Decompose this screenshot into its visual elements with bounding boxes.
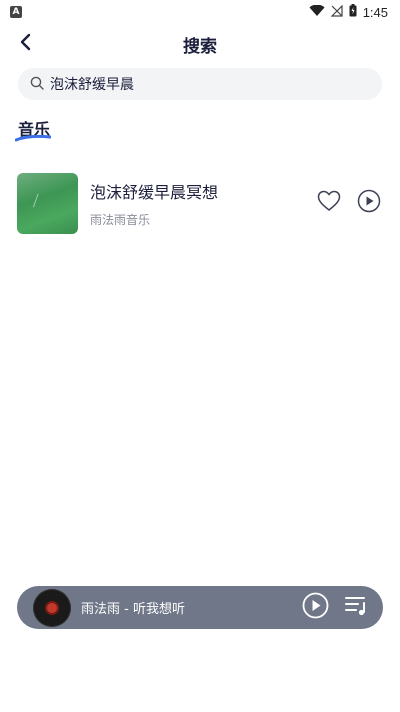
- play-icon: [357, 189, 381, 217]
- track-info: 泡沫舒缓早晨冥想 雨法雨音乐: [90, 179, 317, 228]
- play-icon: [302, 592, 329, 623]
- back-icon: [19, 33, 33, 55]
- header: 搜索: [0, 24, 400, 64]
- back-button[interactable]: [12, 30, 40, 58]
- play-button[interactable]: [357, 189, 381, 217]
- playlist-button[interactable]: [345, 596, 369, 620]
- track-actions: [317, 189, 381, 217]
- section-underline: [15, 134, 51, 142]
- search-icon: [30, 75, 44, 94]
- app-notification-icon: A: [10, 6, 22, 18]
- search-bar[interactable]: [18, 68, 382, 100]
- track-artist: 雨法雨音乐: [90, 212, 151, 227]
- playlist-icon: [345, 595, 369, 621]
- list-item[interactable]: 泡沫舒缓早晨冥想 雨法雨音乐: [17, 172, 383, 234]
- mini-player[interactable]: 雨法雨 - 听我想听: [17, 586, 383, 629]
- like-button[interactable]: [317, 190, 341, 216]
- battery-icon: [349, 4, 357, 20]
- status-bar: A 1:45: [0, 0, 400, 24]
- page-title: 搜索: [183, 36, 217, 57]
- status-time: 1:45: [362, 4, 388, 20]
- mini-player-title: 雨法雨 - 听我想听: [81, 602, 185, 617]
- search-input[interactable]: [50, 76, 350, 92]
- mini-player-actions: [301, 592, 369, 623]
- track-title: 泡沫舒缓早晨冥想: [90, 182, 219, 202]
- heart-icon: [317, 190, 341, 216]
- mini-play-button[interactable]: [301, 592, 329, 623]
- track-cover-image: [17, 172, 78, 234]
- album-disc: [33, 588, 71, 627]
- signal-icon: [330, 4, 343, 20]
- wifi-icon: [309, 4, 325, 20]
